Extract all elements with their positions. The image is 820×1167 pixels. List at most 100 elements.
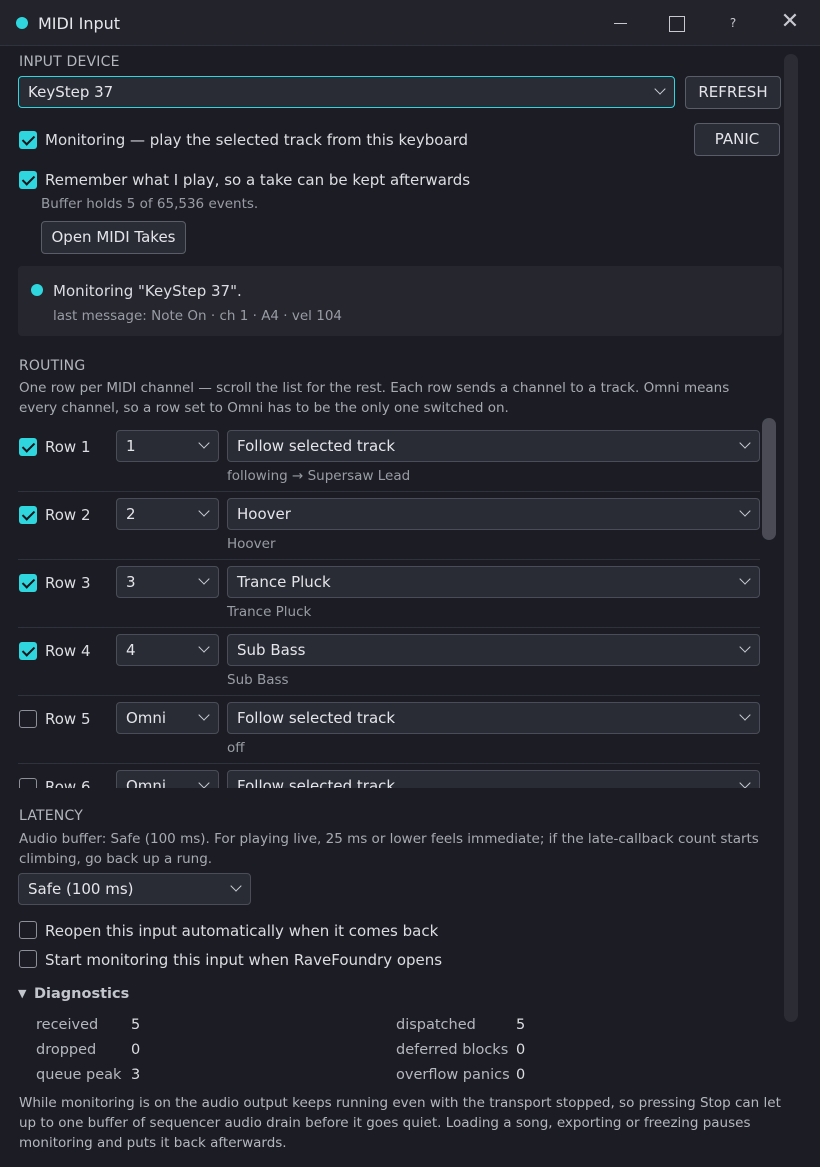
diag-key: queue peak (36, 1067, 122, 1083)
diag-key: dropped (36, 1042, 97, 1058)
row-4-checkbox[interactable] (19, 642, 37, 660)
status-dot-icon (16, 17, 28, 29)
channel-value: 4 (126, 641, 136, 659)
row-note: Sub Bass (227, 672, 289, 688)
row-2-target-select[interactable]: Hoover (227, 498, 760, 530)
expand-triangle-icon: ▼ (18, 987, 27, 1000)
refresh-button[interactable]: REFRESH (685, 76, 781, 109)
target-value: Follow selected track (237, 437, 396, 455)
help-button[interactable]: ? (719, 10, 747, 36)
input-device-select[interactable]: KeyStep 37 (18, 76, 675, 108)
chevron-down-icon (654, 83, 666, 95)
row-label: Row 4 (45, 642, 91, 660)
row-4-channel-select[interactable]: 4 (116, 634, 219, 666)
panic-button[interactable]: PANIC (694, 123, 780, 156)
diag-key: received (36, 1017, 99, 1033)
chevron-down-icon (739, 709, 751, 721)
target-value: Sub Bass (237, 641, 306, 659)
row-3-channel-select[interactable]: 3 (116, 566, 219, 598)
title-bar: MIDI Input ? ✕ (0, 0, 820, 46)
chevron-down-icon (198, 573, 210, 585)
reopen-label: Reopen this input automatically when it … (45, 922, 439, 940)
audio-buffer-value: Safe (100 ms) (28, 880, 134, 898)
channel-value: Omni (126, 709, 167, 727)
open-midi-takes-button[interactable]: Open MIDI Takes (41, 221, 186, 254)
chevron-down-icon (198, 505, 210, 517)
monitoring-checkbox[interactable] (19, 131, 37, 149)
monitoring-status-panel: Monitoring "KeyStep 37". last message: N… (18, 266, 782, 336)
page-scrollbar[interactable] (784, 54, 798, 1022)
diag-value: 3 (131, 1067, 141, 1083)
row-label: Row 5 (45, 710, 91, 728)
routing-scrollbar[interactable] (762, 418, 776, 540)
row-6-target-select[interactable]: Follow selected track (227, 770, 760, 788)
chevron-down-icon (198, 709, 210, 721)
row-note: following → Supersaw Lead (227, 468, 411, 484)
latency-description: Audio buffer: Safe (100 ms). For playing… (19, 831, 759, 867)
row-2-channel-select[interactable]: 2 (116, 498, 219, 530)
row-3-checkbox[interactable] (19, 574, 37, 592)
reopen-checkbox[interactable] (19, 921, 37, 939)
latency-heading: LATENCY (19, 808, 83, 824)
start-monitoring-label: Start monitoring this input when RaveFou… (45, 951, 443, 969)
target-value: Hoover (237, 505, 291, 523)
diag-key: overflow panics (396, 1067, 510, 1083)
row-note: off (227, 740, 245, 756)
start-monitoring-checkbox[interactable] (19, 950, 37, 968)
diag-value: 5 (131, 1017, 141, 1033)
target-value: Follow selected track (237, 709, 396, 727)
row-note: Trance Pluck (227, 604, 312, 620)
row-5-channel-select[interactable]: Omni (116, 702, 219, 734)
chevron-down-icon (739, 573, 751, 585)
target-value: Trance Pluck (237, 573, 331, 591)
diagnostics-heading: Diagnostics (34, 986, 130, 1002)
row-5-target-select[interactable]: Follow selected track (227, 702, 760, 734)
routing-list[interactable]: Row 1 1 Follow selected track following … (0, 420, 782, 788)
input-device-heading: INPUT DEVICE (19, 54, 120, 70)
row-1-target-select[interactable]: Follow selected track (227, 430, 760, 462)
status-title: Monitoring "KeyStep 37". (53, 282, 242, 300)
row-6-channel-select[interactable]: Omni (116, 770, 219, 788)
diag-key: deferred blocks (396, 1042, 509, 1058)
channel-value: 3 (126, 573, 136, 591)
row-divider (18, 763, 760, 764)
chevron-down-icon (739, 437, 751, 449)
diag-value: 0 (516, 1067, 526, 1083)
remember-checkbox[interactable] (19, 171, 37, 189)
buffer-status: Buffer holds 5 of 65,536 events. (41, 196, 259, 212)
status-last-message: last message: Note On · ch 1 · A4 · vel … (53, 308, 342, 324)
chevron-down-icon (198, 437, 210, 449)
diag-value: 0 (516, 1042, 526, 1058)
chevron-down-icon (739, 641, 751, 653)
minimize-button[interactable] (606, 10, 634, 36)
row-5-checkbox[interactable] (19, 710, 37, 728)
close-button[interactable]: ✕ (776, 10, 804, 36)
row-label: Row 1 (45, 438, 91, 456)
row-divider (18, 491, 760, 492)
monitoring-label: Monitoring — play the selected track fro… (45, 131, 469, 149)
row-2-checkbox[interactable] (19, 506, 37, 524)
diag-value: 5 (516, 1017, 526, 1033)
row-1-checkbox[interactable] (19, 438, 37, 456)
diag-key: dispatched (396, 1017, 476, 1033)
chevron-down-icon (198, 641, 210, 653)
channel-value: 1 (126, 437, 136, 455)
chevron-down-icon (739, 505, 751, 517)
row-3-target-select[interactable]: Trance Pluck (227, 566, 760, 598)
row-4-target-select[interactable]: Sub Bass (227, 634, 760, 666)
row-label: Row 6 (45, 778, 91, 788)
audio-buffer-select[interactable]: Safe (100 ms) (18, 873, 251, 905)
maximize-button[interactable] (662, 10, 690, 36)
chevron-down-icon (198, 777, 210, 788)
row-divider (18, 695, 760, 696)
row-note: Hoover (227, 536, 276, 552)
row-label: Row 3 (45, 574, 91, 592)
active-dot-icon (31, 284, 43, 296)
row-6-checkbox[interactable] (19, 778, 37, 788)
diagnostics-footer: While monitoring is on the audio output … (19, 1095, 781, 1151)
input-device-value: KeyStep 37 (28, 83, 114, 101)
target-value: Follow selected track (237, 777, 396, 788)
window-title: MIDI Input (38, 14, 121, 33)
row-divider (18, 559, 760, 560)
row-1-channel-select[interactable]: 1 (116, 430, 219, 462)
